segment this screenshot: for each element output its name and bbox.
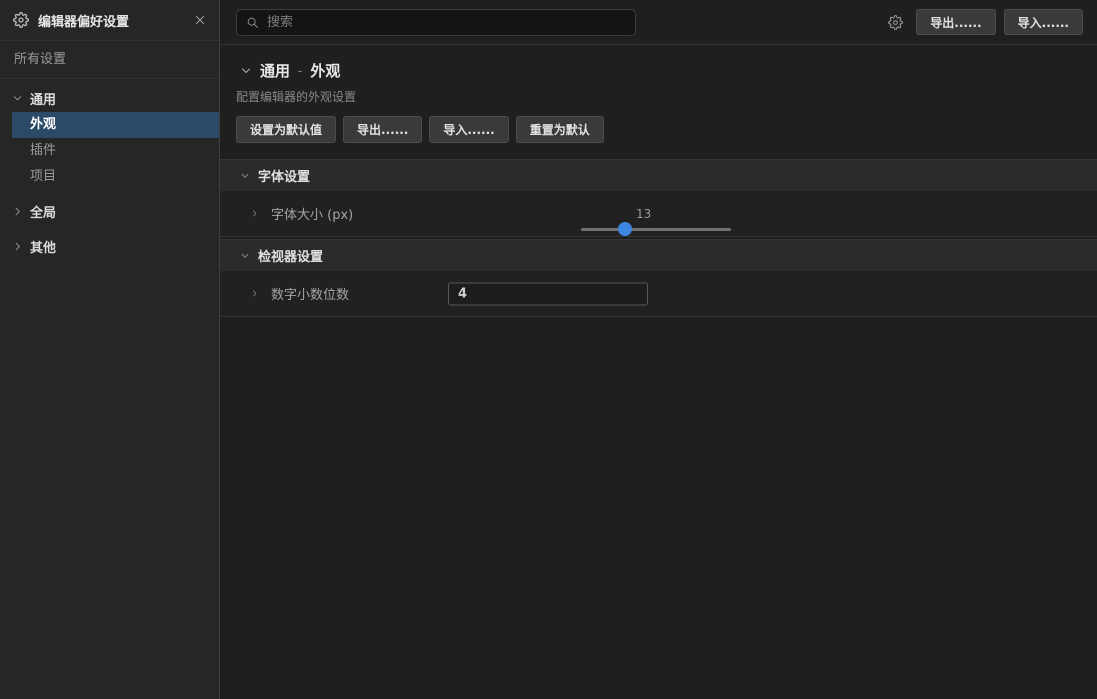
close-icon[interactable]	[194, 14, 206, 26]
export-button[interactable]: 导出......	[916, 9, 995, 35]
page-subtitle: 配置编辑器的外观设置	[220, 81, 1097, 105]
settings-tree: 通用 外观 插件 项目 全局 其他	[0, 79, 219, 260]
slider-thumb[interactable]	[618, 222, 632, 236]
tree-category-label: 其他	[30, 237, 56, 256]
section-header-font[interactable]: 字体设置	[220, 159, 1097, 191]
section-header-inspector[interactable]: 检视器设置	[220, 239, 1097, 271]
preferences-sidebar: 编辑器偏好设置 所有设置 通用 外观 插件 项目 全局	[0, 0, 220, 699]
settings-content: 通用 - 外观 配置编辑器的外观设置 设置为默认值 导出...... 导入...…	[220, 45, 1097, 699]
page-header: 通用 - 外观	[220, 45, 1097, 81]
setting-label: 数字小数位数	[271, 284, 349, 303]
chevron-right-icon[interactable]	[250, 289, 259, 298]
tree-category-global[interactable]: 全局	[0, 197, 219, 225]
tree-item-appearance[interactable]: 外观	[12, 112, 219, 138]
topbar: 导出...... 导入......	[220, 0, 1097, 45]
set-as-default-button[interactable]: 设置为默认值	[236, 116, 336, 143]
search-box	[236, 9, 636, 36]
window-title: 编辑器偏好设置	[38, 11, 129, 30]
font-size-value: 13	[636, 207, 651, 221]
search-icon	[246, 16, 259, 29]
chevron-right-icon	[12, 206, 23, 217]
tree-category-other[interactable]: 其他	[0, 232, 219, 260]
page-action-buttons: 设置为默认值 导出...... 导入...... 重置为默认	[220, 105, 1097, 143]
tree-item-project[interactable]: 项目	[12, 164, 219, 190]
chevron-down-icon	[240, 251, 250, 261]
section-inspector-settings: 检视器设置 数字小数位数	[220, 239, 1097, 317]
breadcrumb-category: 通用	[260, 60, 290, 81]
preferences-main-panel: 导出...... 导入...... 通用 - 外观 配置编辑器的外观设置 设置为…	[220, 0, 1097, 699]
chevron-right-icon[interactable]	[250, 209, 259, 218]
chevron-right-icon	[12, 241, 23, 252]
tree-category-label: 全局	[30, 202, 56, 221]
section-title: 检视器设置	[258, 246, 323, 265]
page-title: 外观	[310, 60, 340, 81]
font-size-slider[interactable]	[581, 222, 731, 236]
search-input[interactable]	[267, 15, 626, 30]
editor-preferences-window: 编辑器偏好设置 所有设置 通用 外观 插件 项目 全局	[0, 0, 1097, 699]
import-settings-button[interactable]: 导入......	[429, 116, 508, 143]
import-button[interactable]: 导入......	[1004, 9, 1083, 35]
gear-icon	[13, 12, 29, 28]
section-font-settings: 字体设置 字体大小 (px) 13	[220, 159, 1097, 237]
chevron-down-icon[interactable]	[240, 65, 252, 77]
chevron-down-icon	[240, 171, 250, 181]
settings-gear-icon[interactable]	[888, 15, 903, 30]
setting-row-font-size: 字体大小 (px) 13	[220, 191, 1097, 237]
setting-row-decimal-places: 数字小数位数	[220, 271, 1097, 317]
section-title: 字体设置	[258, 166, 310, 185]
sidebar-header: 编辑器偏好设置	[0, 0, 219, 41]
reset-to-default-button[interactable]: 重置为默认	[516, 116, 604, 143]
setting-label: 字体大小 (px)	[271, 204, 353, 223]
chevron-down-icon	[12, 93, 23, 104]
breadcrumb-separator: -	[298, 64, 302, 78]
tree-item-plugins[interactable]: 插件	[12, 138, 219, 164]
tree-category-label: 通用	[30, 89, 56, 108]
all-settings-link[interactable]: 所有设置	[0, 41, 219, 79]
decimal-places-input[interactable]	[448, 282, 648, 305]
tree-category-general[interactable]: 通用	[0, 84, 219, 112]
topbar-actions: 导出...... 导入......	[888, 9, 1083, 35]
export-settings-button[interactable]: 导出......	[343, 116, 422, 143]
slider-track[interactable]	[581, 228, 731, 231]
